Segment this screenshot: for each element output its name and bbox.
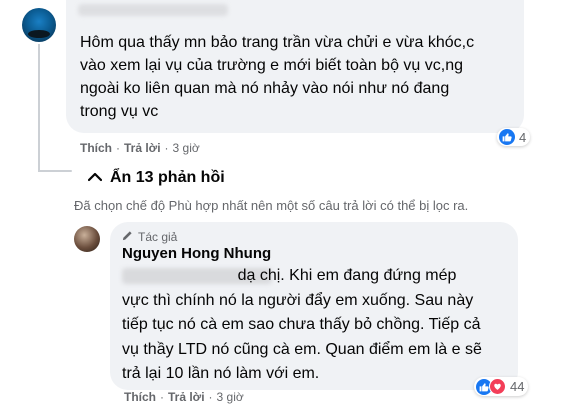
separator: ·: [160, 390, 164, 404]
thread-line: [38, 44, 40, 172]
reply-time[interactable]: 3 giờ: [217, 390, 244, 404]
thread-line-branch: [38, 170, 72, 172]
reply-actions: Thích · Trả lời · 3 giờ: [124, 390, 244, 404]
author-badge: Tác giả: [122, 230, 177, 244]
separator: ·: [164, 141, 169, 155]
commenter-avatar[interactable]: [22, 8, 56, 42]
hide-replies-button[interactable]: Ẩn 13 phản hồi: [87, 169, 225, 187]
reaction-summary[interactable]: 44: [474, 377, 529, 396]
separator: ·: [116, 141, 120, 155]
blurred-commenter-name: [78, 4, 228, 16]
reaction-count: 44: [510, 379, 525, 394]
like-icon: [499, 129, 515, 145]
love-icon: [489, 378, 506, 395]
author-badge-label: Tác giả: [138, 230, 178, 244]
reply-button[interactable]: Trả lời: [124, 141, 161, 155]
reply-button[interactable]: Trả lời: [168, 390, 205, 404]
reaction-count: 4: [519, 129, 527, 145]
like-button[interactable]: Thích: [80, 141, 112, 155]
filter-note: Đã chọn chế độ Phù hợp nhất nên một số c…: [74, 198, 469, 213]
like-button[interactable]: Thích: [124, 390, 156, 404]
comment-actions: Thích · Trả lời · 3 giờ: [80, 141, 200, 155]
chevron-up-icon: [87, 169, 103, 187]
pen-icon: [122, 230, 133, 244]
reply-text: dạ chị. Khi em đang đứng mép vực thì chí…: [122, 267, 482, 382]
separator: ·: [208, 390, 213, 404]
comment-text: Hôm qua thấy mn bảo trang trần vừa chửi …: [80, 34, 475, 120]
author-name[interactable]: Nguyen Hong Nhung: [122, 245, 271, 262]
reaction-summary[interactable]: 4: [497, 128, 531, 146]
hide-replies-label: Ẩn 13 phản hồi: [110, 169, 225, 186]
comment-time[interactable]: 3 giờ: [173, 141, 200, 155]
author-avatar[interactable]: [74, 226, 100, 252]
